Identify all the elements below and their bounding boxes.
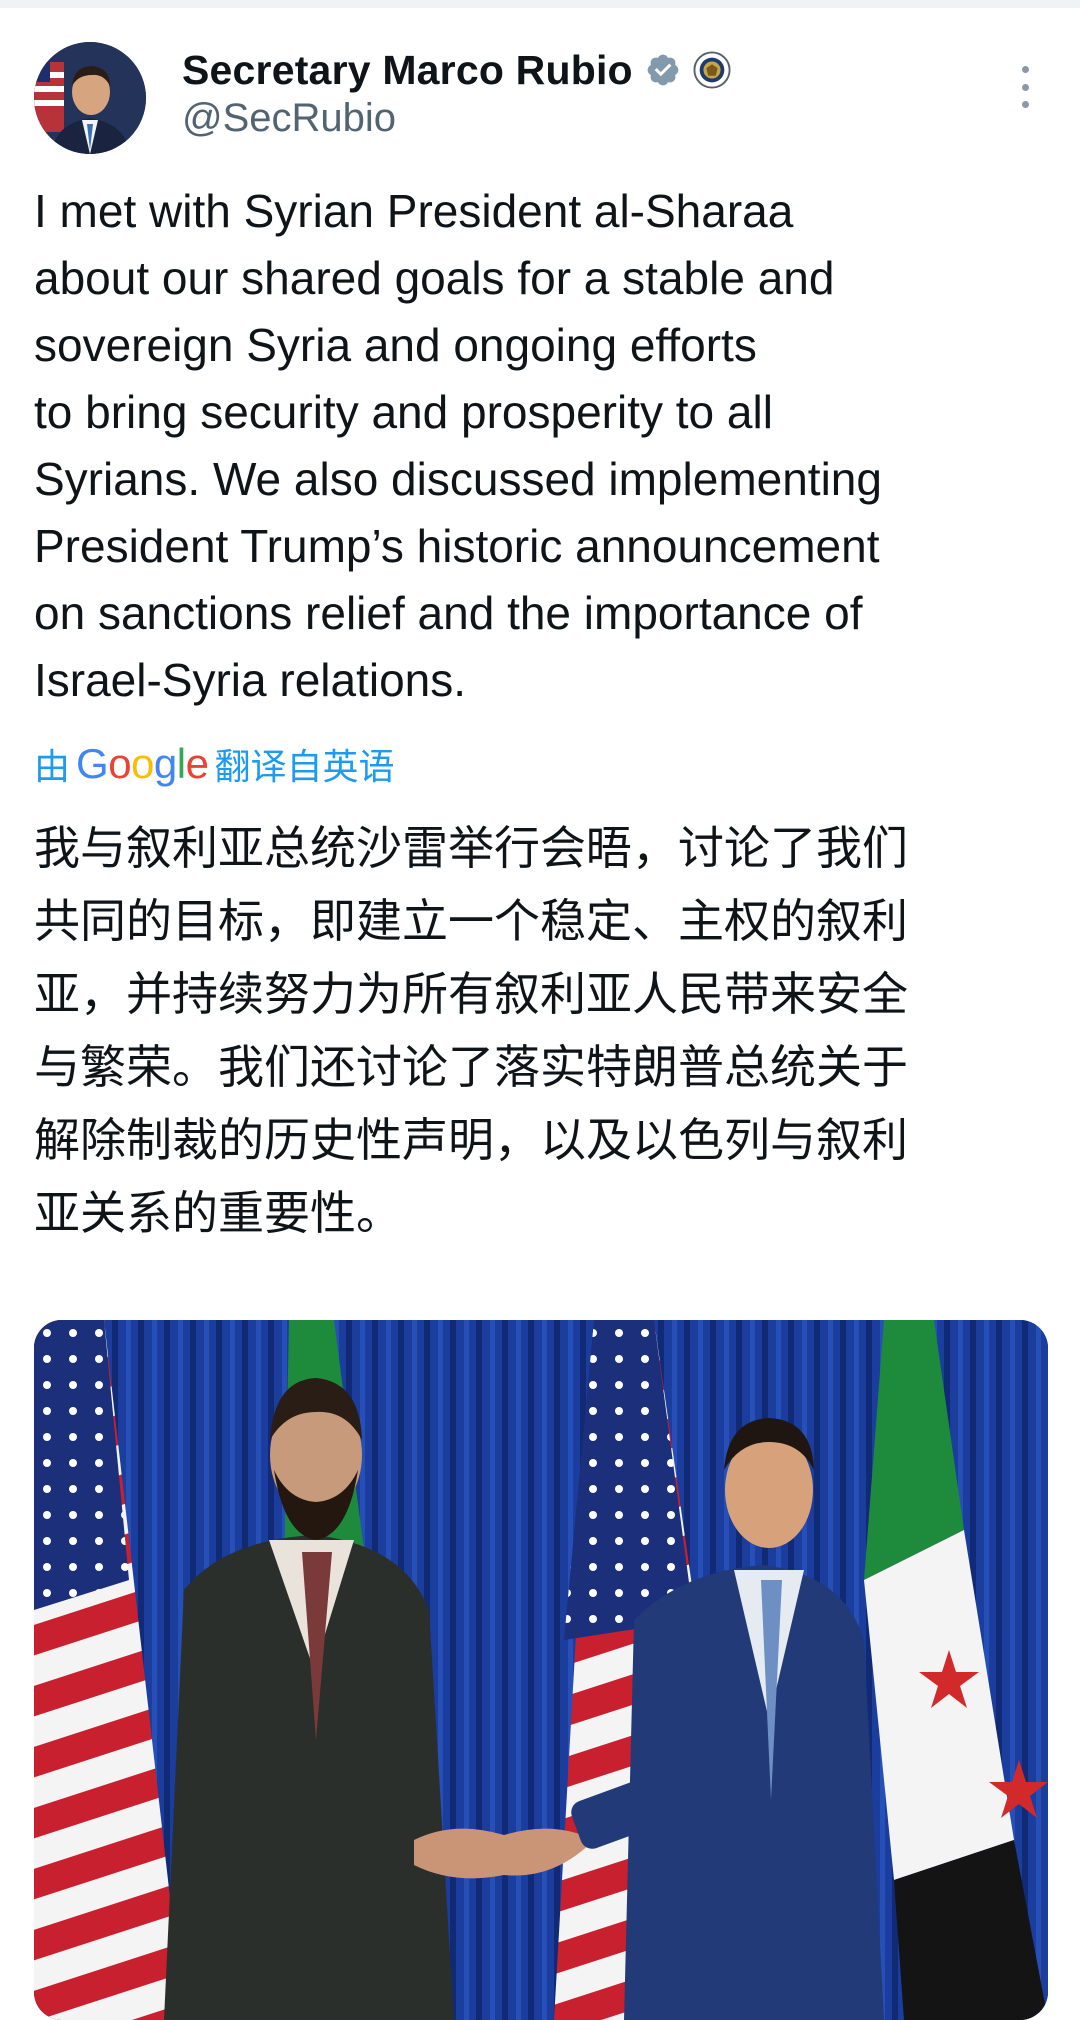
translation-attribution[interactable]: 由 Google 翻译自英语 — [34, 738, 394, 790]
translated-text-line: 与繁荣。我们还讨论了落实特朗普总统关于 — [34, 1040, 908, 1094]
tweet-text-line: on sanctions relief and the importance o… — [34, 587, 863, 639]
avatar-photo — [34, 42, 146, 154]
author-name-row[interactable]: Secretary Marco Rubio — [182, 44, 731, 96]
avatar[interactable] — [34, 42, 146, 154]
author-handle[interactable]: @SecRubio — [182, 96, 396, 141]
handshake-photo — [34, 1320, 1048, 2020]
translation-suffix: 翻译自英语 — [214, 747, 395, 788]
google-logo: Google — [76, 740, 209, 787]
more-dot-icon — [1021, 83, 1029, 91]
state-department-seal-icon — [693, 51, 731, 89]
tweet-media-photo[interactable] — [34, 1320, 1048, 2020]
author-display-name[interactable]: Secretary Marco Rubio — [182, 47, 633, 94]
translated-text-line: 亚，并持续努力为所有叙利亚人民带来安全 — [34, 967, 908, 1021]
verified-badge-icon — [647, 54, 679, 86]
tweet-text-line: about our shared goals for a stable and — [34, 252, 835, 304]
tweet-text-line: sovereign Syria and ongoing efforts — [34, 319, 757, 371]
translated-text-line: 我与叙利亚总统沙雷举行会晤，讨论了我们 — [34, 821, 908, 875]
translated-text: 我与叙利亚总统沙雷举行会晤，讨论了我们 共同的目标，即建立一个稳定、主权的叙利 … — [34, 812, 1064, 1250]
translation-prefix: 由 — [34, 747, 71, 788]
translated-text-line: 亚关系的重要性。 — [34, 1186, 402, 1240]
tweet-text-line: I met with Syrian President al-Sharaa — [34, 185, 794, 237]
tweet-text-line: President Trump’s historic announcement — [34, 520, 880, 572]
translated-text-line: 解除制裁的历史性声明，以及以色列与叙利 — [34, 1113, 908, 1167]
translated-text-line: 共同的目标，即建立一个稳定、主权的叙利 — [34, 894, 908, 948]
more-dot-icon — [1021, 66, 1029, 73]
more-dot-icon — [1021, 101, 1029, 108]
tweet-text-line: to bring security and prosperity to all — [34, 386, 773, 438]
tweet-text-line: Israel-Syria relations. — [34, 654, 467, 706]
tweet-text-line: Syrians. We also discussed implementing — [34, 453, 882, 505]
more-options-button[interactable] — [1005, 66, 1045, 108]
tweet-text: I met with Syrian President al-Sharaa ab… — [34, 178, 1054, 714]
top-divider — [0, 0, 1080, 8]
